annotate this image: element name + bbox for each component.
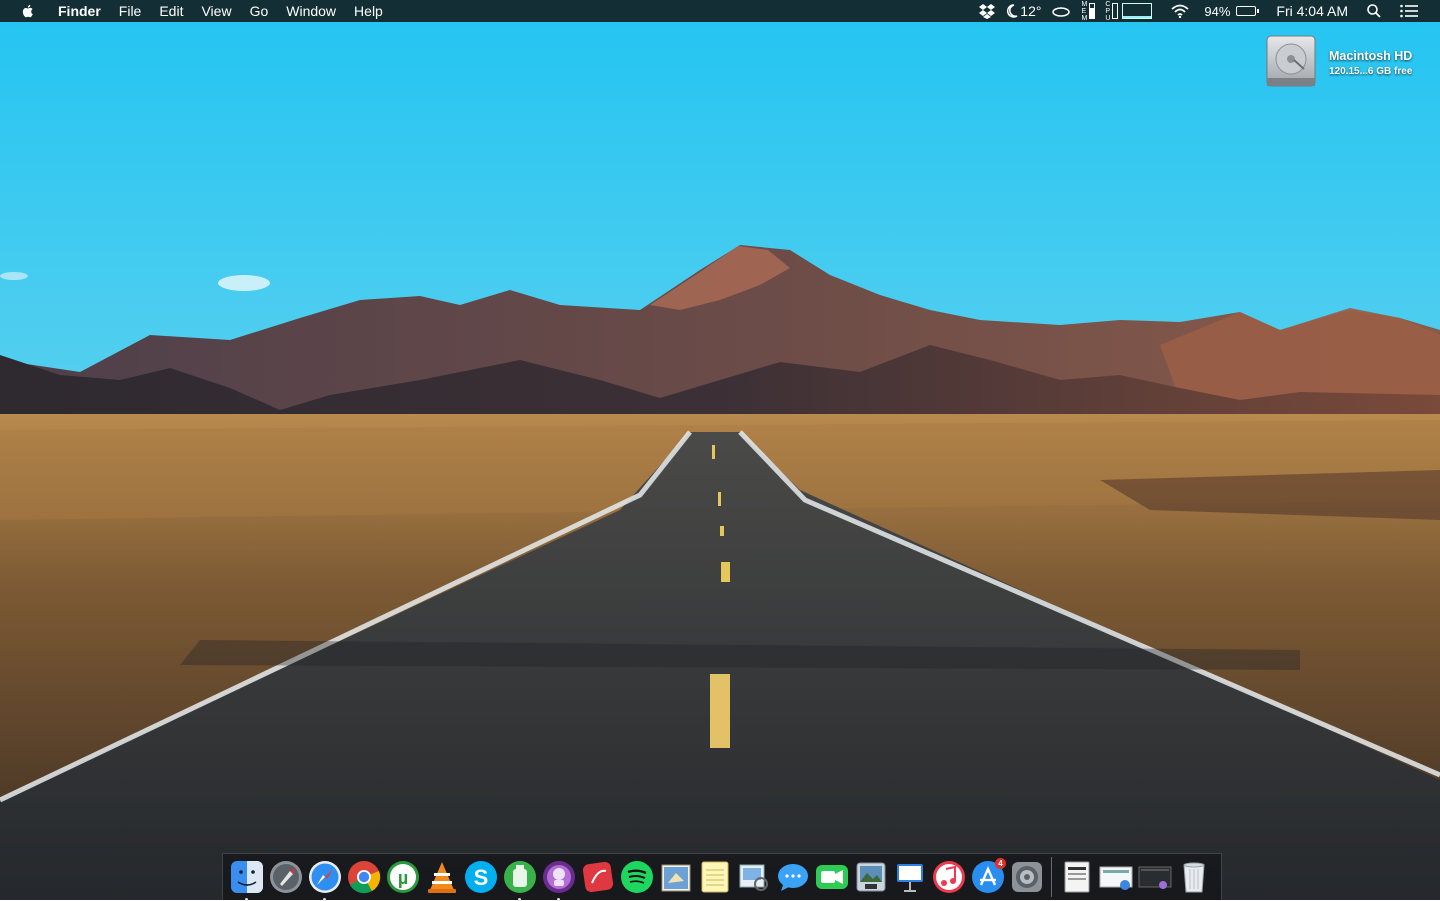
menu-edit[interactable]: Edit (150, 0, 192, 22)
dock-stacks (1057, 858, 1213, 897)
dock-item-alfred[interactable] (539, 858, 578, 901)
running-indicator (518, 897, 521, 901)
memory-label-1: M (1081, 0, 1088, 8)
dock-item-mail[interactable] (656, 858, 695, 897)
dock-item-preview[interactable] (734, 858, 773, 897)
chrome-icon (347, 861, 380, 894)
finder-icon (230, 861, 263, 893)
clock-text: Fri 4:04 AM (1276, 3, 1348, 19)
dock-item-cleaner[interactable] (500, 858, 539, 901)
dock-item-red-app[interactable] (578, 858, 617, 897)
battery-status[interactable]: 94% (1204, 3, 1260, 19)
svg-text:µ: µ (397, 868, 407, 888)
dock-item-keynote[interactable] (890, 858, 929, 897)
dock-separator (1051, 857, 1052, 897)
utorrent-icon: µ (386, 861, 419, 893)
dock-item-downloads-stack[interactable] (1096, 858, 1135, 897)
dock-item-app-store[interactable]: 4 (968, 857, 1007, 897)
notification-badge: 4 (995, 857, 1006, 869)
dock-item-trash[interactable] (1174, 858, 1213, 897)
dock-item-launchpad[interactable] (266, 858, 305, 897)
notes-icon (701, 861, 728, 893)
document-stack-icon (1064, 861, 1089, 893)
memory-label-2: E (1081, 7, 1087, 15)
cpu-label-2: P (1105, 7, 1110, 15)
screenshot-stack-icon (1138, 866, 1171, 889)
dock-item-document-stack[interactable] (1057, 858, 1096, 897)
menu-file[interactable]: File (110, 0, 151, 22)
dock-item-photo-booth[interactable] (851, 858, 890, 897)
coffee-cup-icon[interactable] (1051, 4, 1071, 18)
svg-text:S: S (473, 865, 488, 890)
safari-icon (308, 861, 341, 893)
drive-name: Macintosh HD (1329, 49, 1413, 63)
messages-icon (777, 864, 808, 891)
dock-item-system-preferences[interactable] (1007, 858, 1046, 897)
dock-item-notes[interactable] (695, 858, 734, 897)
itunes-icon (932, 861, 965, 893)
menu-go[interactable]: Go (241, 0, 278, 22)
alfred-icon (542, 861, 575, 893)
menu-bar: Finder File Edit View Go Window Help 12°… (0, 0, 1440, 22)
mail-icon (661, 864, 690, 892)
dock: µ S 4 (222, 853, 1222, 901)
dock-apps: µ S 4 (227, 857, 1046, 901)
menu-app-name[interactable]: Finder (48, 0, 110, 22)
desktop-wallpaper (0, 0, 1440, 900)
spotlight-search-icon[interactable] (1367, 4, 1381, 18)
dock-item-facetime[interactable] (812, 858, 851, 897)
launchpad-icon (269, 861, 302, 893)
dock-item-itunes[interactable] (929, 858, 968, 897)
apple-menu-icon[interactable] (20, 3, 36, 19)
battery-percent: 94% (1204, 3, 1231, 19)
cpu-label-3: U (1105, 14, 1111, 22)
menu-help[interactable]: Help (345, 0, 392, 22)
cpu-monitor[interactable]: C P U (1105, 1, 1156, 22)
dock-item-messages[interactable] (773, 858, 812, 897)
running-indicator (323, 897, 326, 901)
dock-item-vlc[interactable] (422, 858, 461, 897)
menu-view[interactable]: View (192, 0, 240, 22)
hard-drive-icon (1266, 35, 1316, 87)
cpu-bar (1112, 3, 1119, 19)
running-indicator (557, 897, 560, 901)
photo-booth-icon (856, 862, 885, 892)
dropbox-icon[interactable] (978, 3, 996, 19)
menu-window[interactable]: Window (277, 0, 345, 22)
trash-icon (1182, 862, 1205, 893)
facetime-icon (815, 865, 848, 889)
network-graph (1122, 3, 1153, 19)
preview-icon (739, 864, 768, 891)
dock-item-spotify[interactable] (617, 858, 656, 897)
cpu-label-1: C (1105, 0, 1111, 8)
dock-item-chrome[interactable] (344, 858, 383, 897)
desktop-drive-macintosh-hd[interactable]: Macintosh HD 120.15...6 GB free (1262, 32, 1432, 92)
cleaner-icon (503, 861, 536, 893)
dock-item-screenshot-stack[interactable] (1135, 858, 1174, 897)
dock-item-utorrent[interactable]: µ (383, 858, 422, 897)
weather-moon-icon[interactable]: 12° (1006, 3, 1041, 19)
dock-item-finder[interactable] (227, 858, 266, 901)
red-app-icon (582, 861, 613, 893)
notification-center-icon[interactable] (1400, 4, 1418, 18)
skype-icon: S (464, 861, 497, 893)
drive-free-space: 120.15...6 GB free (1329, 66, 1413, 77)
running-indicator (245, 897, 248, 901)
system-preferences-icon (1011, 862, 1042, 892)
dock-item-skype[interactable]: S (461, 858, 500, 897)
weather-temperature: 12° (1020, 3, 1042, 19)
memory-label-3: M (1081, 14, 1088, 22)
clock[interactable]: Fri 4:04 AM (1276, 3, 1348, 19)
downloads-stack-icon (1099, 866, 1132, 890)
spotify-icon (620, 861, 653, 893)
wifi-icon[interactable] (1171, 4, 1189, 18)
keynote-icon (896, 864, 923, 892)
memory-monitor[interactable]: M E M (1081, 0, 1096, 22)
vlc-icon (427, 862, 456, 893)
dock-item-safari[interactable] (305, 858, 344, 901)
battery-icon (1236, 6, 1260, 16)
memory-bar (1089, 3, 1096, 19)
